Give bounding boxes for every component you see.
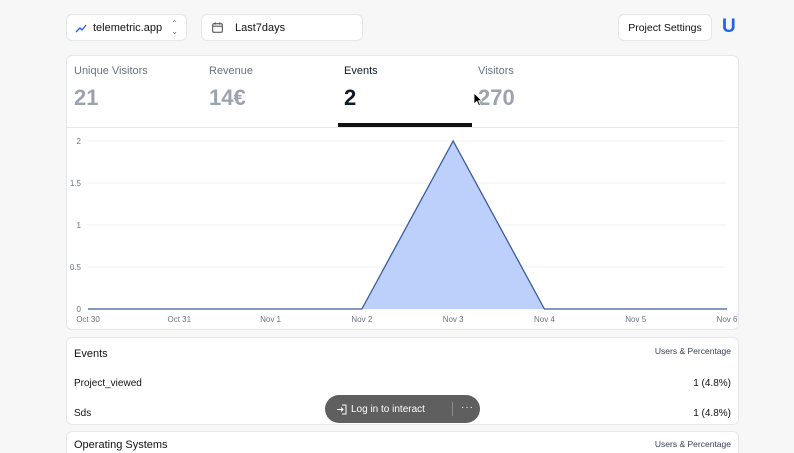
- more-options-icon[interactable]: ···: [461, 402, 474, 413]
- x-tick-label: Nov 3: [443, 315, 464, 324]
- tab-events[interactable]: Events 2: [338, 56, 472, 128]
- users-percentage-header: Users & Percentage: [654, 346, 731, 356]
- login-icon: [337, 404, 347, 414]
- y-tick-label: 0: [77, 305, 82, 314]
- event-value: 1 (4.8%): [693, 378, 731, 389]
- stat-label: Unique Visitors: [74, 65, 148, 77]
- x-tick-label: Oct 31: [167, 315, 191, 324]
- brand-logo: U: [722, 16, 736, 37]
- active-tab-indicator: [338, 123, 472, 127]
- stat-label: Revenue: [209, 65, 254, 77]
- x-tick-label: Nov 1: [260, 315, 281, 324]
- y-tick-label: 1: [77, 221, 82, 230]
- date-range-selector[interactable]: Last7days: [201, 14, 363, 41]
- site-name: telemetric.app: [93, 21, 163, 34]
- list-item[interactable]: Project_viewed 1 (4.8%): [67, 370, 740, 396]
- y-tick-label: 0.5: [70, 263, 82, 272]
- events-chart: 0 0.5 1 1.5 2 Oct 30 Oct 31 Nov 1 Nov 2 Nov 3 Nov …: [67, 128, 738, 329]
- y-tick-label: 2: [77, 137, 82, 146]
- stats-tabs: Unique Visitors 21 Revenue 14€ Events 2 …: [67, 56, 738, 128]
- divider: [452, 402, 453, 416]
- event-value: 1 (4.8%): [693, 408, 731, 419]
- stat-value: 21: [74, 85, 99, 110]
- os-list-title: Operating Systems: [74, 439, 168, 451]
- event-name: Sds: [74, 408, 92, 419]
- calendar-icon: [212, 22, 223, 33]
- metrics-card: Unique Visitors 21 Revenue 14€ Events 2 …: [66, 55, 739, 330]
- users-percentage-header: Users & Percentage: [654, 439, 731, 449]
- x-tick-label: Nov 2: [351, 315, 372, 324]
- chevron-updown-icon: ⌃ ⌄: [171, 18, 178, 36]
- stat-label: Visitors: [478, 65, 514, 77]
- x-tick-label: Nov 4: [534, 315, 555, 324]
- event-name: Project_viewed: [74, 378, 142, 389]
- login-label[interactable]: Log in to interact: [351, 404, 425, 415]
- x-tick-label: Nov 5: [625, 315, 646, 324]
- stat-value: 2: [344, 85, 357, 110]
- events-list-title: Events: [74, 348, 108, 360]
- date-range-label: Last7days: [235, 21, 286, 34]
- operating-systems-card: Operating Systems Users & Percentage: [66, 431, 739, 453]
- top-bar: telemetric.app ⌃ ⌄ Last7days Project Sett…: [0, 0, 794, 56]
- y-tick-label: 1.5: [70, 179, 82, 188]
- mouse-cursor-icon: [473, 92, 483, 107]
- stat-value: 270: [478, 85, 515, 110]
- stat-label: Events: [344, 65, 378, 77]
- events-area-chart: 0 0.5 1 1.5 2 Oct 30 Oct 31 Nov 1 Nov 2 Nov 3 Nov …: [70, 137, 738, 324]
- trend-icon: [75, 24, 87, 32]
- site-selector[interactable]: telemetric.app ⌃ ⌄: [66, 14, 187, 41]
- x-tick-label: Nov 6: [717, 315, 738, 324]
- stat-value: 14€: [209, 85, 246, 110]
- x-tick-label: Oct 30: [76, 315, 100, 324]
- project-settings-button[interactable]: Project Settings: [618, 14, 712, 41]
- login-prompt-pill[interactable]: Log in to interact ···: [325, 395, 480, 423]
